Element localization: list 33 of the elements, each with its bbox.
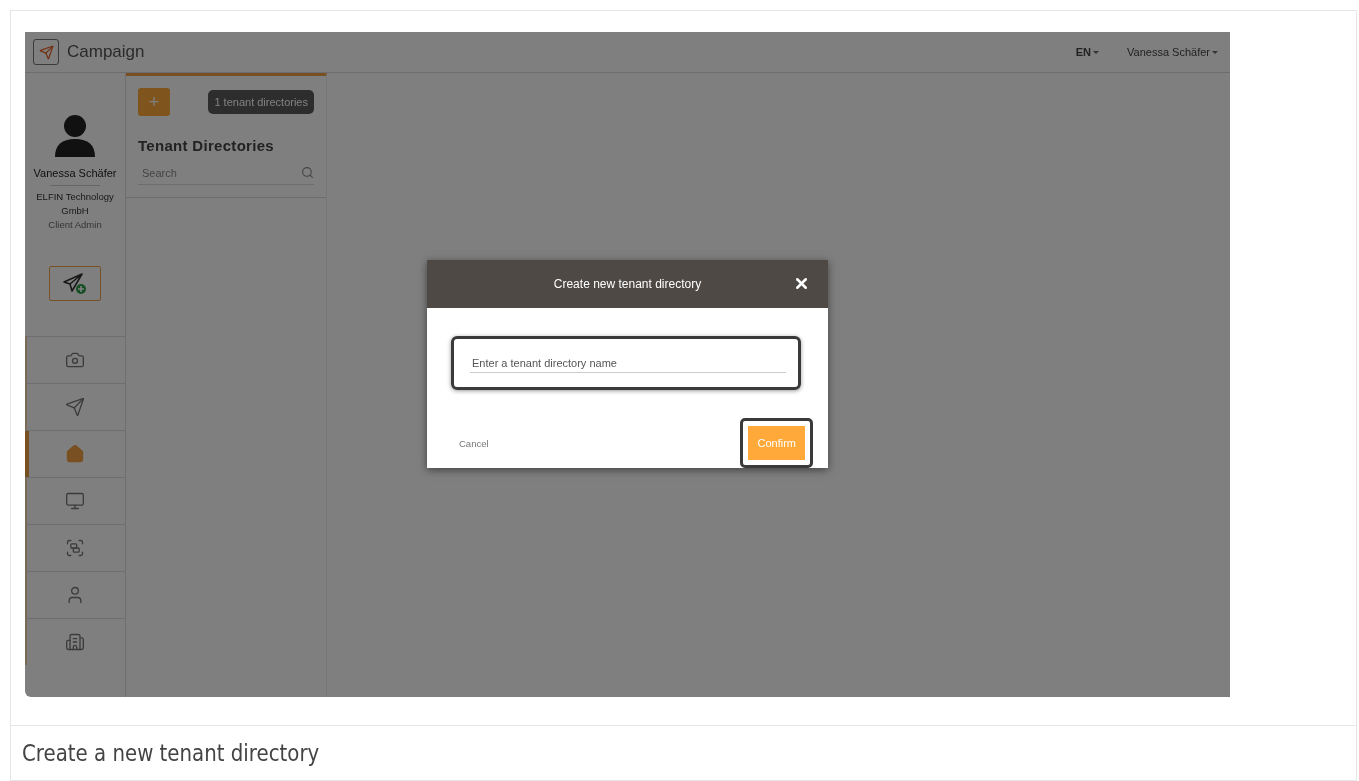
cancel-link[interactable]: Cancel xyxy=(459,437,489,449)
building-icon xyxy=(65,632,85,652)
nav-item[interactable] xyxy=(25,336,125,383)
nav-item[interactable] xyxy=(25,571,125,618)
plane-plus-icon xyxy=(62,271,88,296)
close-button[interactable] xyxy=(793,275,810,292)
nav-item[interactable] xyxy=(25,477,125,524)
camera-icon xyxy=(65,350,85,370)
company-name: ELFIN Technology GmbH xyxy=(35,190,115,218)
caption: Create a new tenant directory xyxy=(22,740,320,766)
nav-item[interactable] xyxy=(25,618,125,665)
panel-title: Tenant Directories xyxy=(137,136,275,156)
house-icon xyxy=(65,444,85,464)
logo-icon xyxy=(33,39,59,65)
nav-item[interactable] xyxy=(25,524,125,571)
profile-name: Vanessa Schäfer xyxy=(33,167,117,179)
nav-item[interactable] xyxy=(25,383,125,430)
avatar-icon xyxy=(53,113,97,157)
app-title: Campaign xyxy=(67,42,145,62)
paper-plane-icon xyxy=(65,397,85,417)
nav-item[interactable] xyxy=(25,430,125,477)
dialog-title: Create new tenant directory xyxy=(553,277,702,291)
count-badge: 1 tenant directories xyxy=(208,90,314,114)
language-menu[interactable]: EN xyxy=(1075,46,1100,58)
frame-icon xyxy=(65,538,85,558)
new-campaign-button[interactable] xyxy=(49,266,101,301)
search-input[interactable]: Search xyxy=(142,166,301,179)
user-role: Client Admin xyxy=(47,218,103,232)
search-field[interactable]: Search xyxy=(138,162,314,185)
monitor-icon xyxy=(65,491,85,511)
search-icon xyxy=(301,166,314,179)
user-menu[interactable]: Vanessa Schäfer xyxy=(1127,46,1218,58)
name-field[interactable]: Enter a tenant directory name xyxy=(451,336,801,390)
